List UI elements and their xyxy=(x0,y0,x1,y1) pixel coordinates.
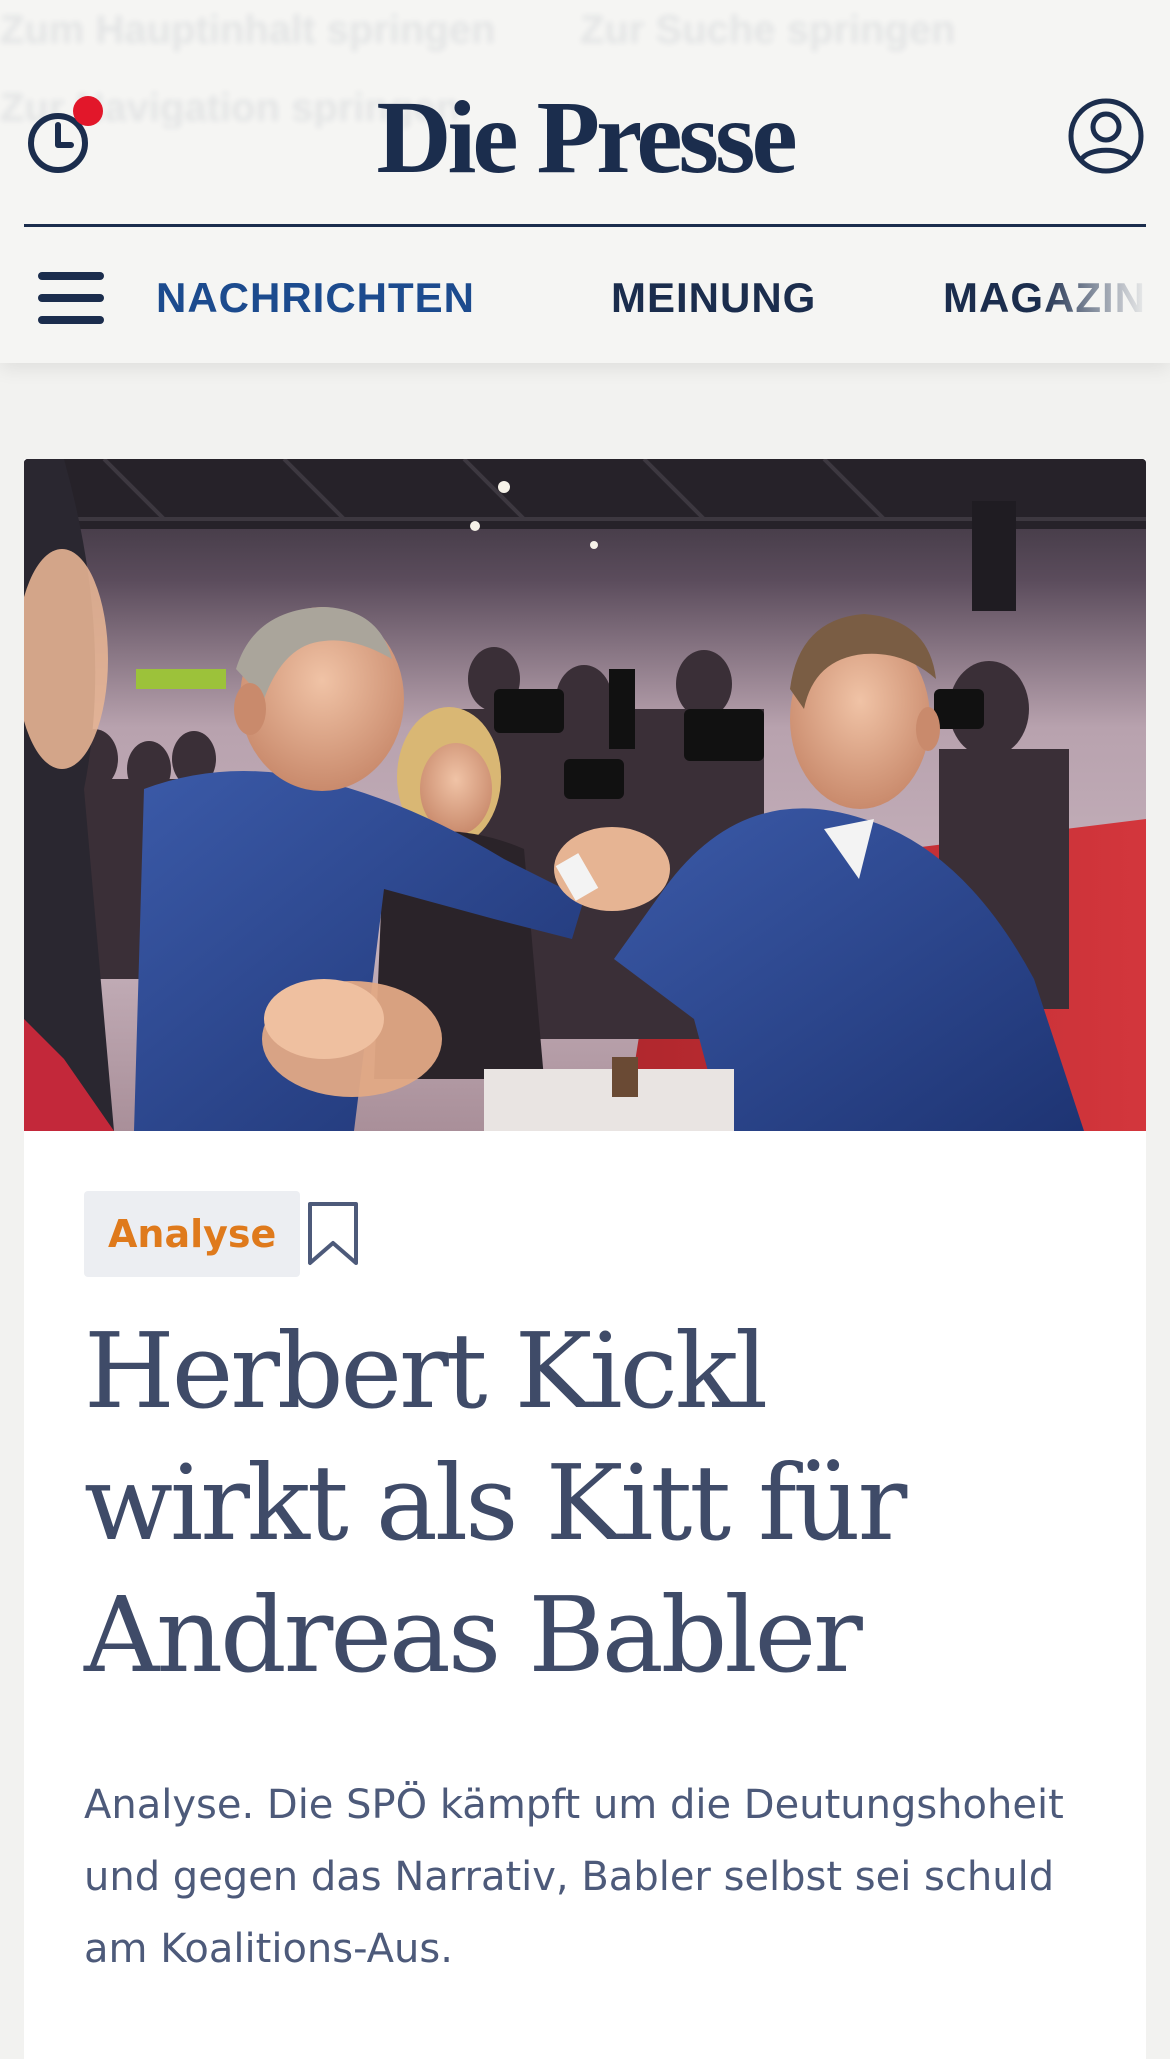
site-header: Zum Hauptinhalt springen Zur Suche sprin… xyxy=(0,0,1170,363)
nav-item-meinung[interactable]: MEINUNG xyxy=(611,274,816,322)
nav-item-nachrichten[interactable]: NACHRICHTEN xyxy=(156,274,475,322)
article-teaser-card[interactable]: Analyse Herbert Kickl wirkt als Kitt für… xyxy=(24,459,1146,2059)
bookmark-icon[interactable] xyxy=(306,1201,360,1267)
history-button[interactable] xyxy=(26,96,103,176)
article-teaser-text: Analyse. Die SPÖ kämpft um die Deutungsh… xyxy=(84,1782,1064,1972)
site-logo[interactable]: Die Presse xyxy=(376,80,797,195)
hamburger-menu-icon-bar xyxy=(38,294,104,302)
user-account-icon xyxy=(1068,98,1144,174)
hamburger-menu-icon xyxy=(38,272,104,280)
headline-line-2: wirkt als Kitt für xyxy=(84,1442,907,1564)
menu-button[interactable] xyxy=(38,270,106,326)
main-navigation: NACHRICHTEN MEINUNG MAGAZIN xyxy=(0,256,1170,336)
account-button[interactable] xyxy=(1066,96,1146,176)
skip-link-main[interactable]: Zum Hauptinhalt springen xyxy=(0,8,496,53)
headline-line-1: Herbert Kickl xyxy=(84,1310,768,1432)
skip-link-search[interactable]: Zur Suche springen xyxy=(580,8,956,53)
header-divider xyxy=(24,224,1146,227)
notification-dot xyxy=(73,96,103,126)
hamburger-menu-icon-bar xyxy=(38,316,104,324)
nav-scroll-fade xyxy=(1040,256,1170,336)
article-category-tag[interactable]: Analyse xyxy=(84,1191,301,1277)
article-image[interactable] xyxy=(24,459,1146,1131)
headline-line-3: Andreas Babler xyxy=(84,1574,863,1696)
article-headline[interactable]: Herbert Kickl wirkt als Kitt für Andreas… xyxy=(84,1305,1094,1701)
